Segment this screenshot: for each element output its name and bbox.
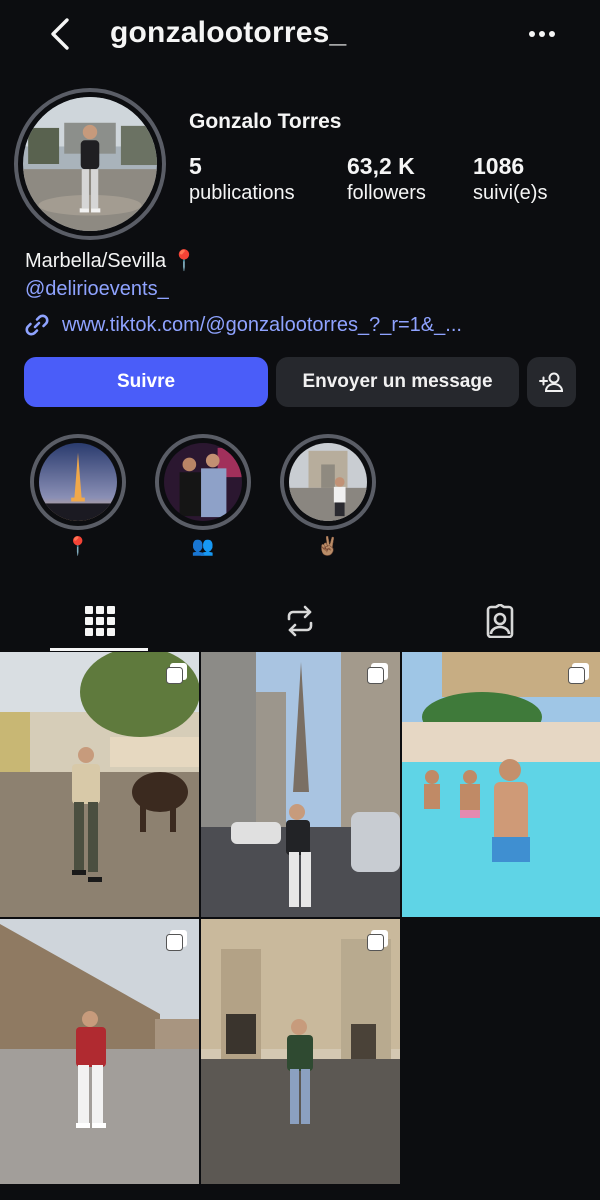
tab-reposts[interactable] [200, 590, 400, 652]
highlight-cover-friends [164, 443, 242, 521]
profile-tabs [0, 590, 600, 652]
website-row[interactable]: www.tiktok.com/@gonzalootorres_?_r=1&_..… [24, 312, 462, 338]
highlight-cover-eiffel [39, 443, 117, 521]
tagged-person-icon [486, 604, 514, 638]
website-link[interactable]: www.tiktok.com/@gonzalootorres_?_r=1&_..… [62, 314, 462, 337]
highlight-item[interactable]: ✌🏽 [280, 434, 376, 557]
profile-display-name: Gonzalo Torres [189, 110, 342, 133]
back-button[interactable] [40, 14, 80, 54]
stat-followers[interactable]: 63,2 K followers [347, 153, 426, 205]
message-button[interactable]: Envoyer un message [276, 357, 519, 407]
stat-value: 63,2 K [347, 153, 415, 179]
stat-label: followers [347, 182, 426, 204]
stat-publications[interactable]: 5 publications [189, 153, 295, 205]
more-options-button[interactable] [520, 18, 564, 50]
stat-label: publications [189, 182, 295, 204]
post-thumbnail[interactable] [201, 919, 400, 1184]
more-horizontal-icon [529, 31, 555, 37]
stat-value: 1086 [473, 153, 525, 179]
grid-icon [85, 606, 115, 636]
post-thumbnail[interactable] [0, 652, 199, 917]
profile-avatar [23, 97, 157, 231]
multiple-photos-icon [367, 930, 388, 951]
highlight-ring [30, 434, 126, 530]
multiple-photos-icon [367, 663, 388, 684]
highlight-ring [280, 434, 376, 530]
tab-tagged[interactable] [400, 590, 600, 652]
top-bar: gonzalootorres_ [0, 0, 600, 70]
tab-posts-grid[interactable] [0, 590, 200, 652]
multiple-photos-icon [166, 663, 187, 684]
highlight-label: ✌🏽 [316, 536, 340, 556]
repost-icon [287, 605, 313, 637]
add-user-icon [538, 372, 563, 392]
highlight-cover-arc [289, 443, 367, 521]
profile-avatar-ring[interactable] [14, 88, 166, 240]
bio-mention-link[interactable]: @delirioevents_ [25, 278, 169, 301]
highlight-label: 👥 [191, 536, 215, 556]
highlight-ring [155, 434, 251, 530]
highlight-label: 📍 [66, 536, 90, 556]
highlight-item[interactable]: 📍 [30, 434, 126, 557]
post-thumbnail[interactable] [402, 652, 600, 917]
post-thumbnail[interactable] [201, 652, 400, 917]
follow-button[interactable]: Suivre [24, 357, 268, 407]
suggested-users-button[interactable] [527, 357, 576, 407]
profile-username: gonzalootorres_ [110, 16, 347, 49]
stat-following[interactable]: 1086 suivi(e)s [473, 153, 547, 205]
stat-label: suivi(e)s [473, 182, 548, 204]
stat-value: 5 [189, 153, 202, 179]
profile-bio: Marbella/Sevilla 📍 [25, 250, 197, 272]
post-thumbnail[interactable] [0, 919, 199, 1184]
multiple-photos-icon [568, 663, 589, 684]
highlight-item[interactable]: 👥 [155, 434, 251, 557]
active-tab-indicator [50, 648, 148, 651]
link-icon [25, 314, 49, 336]
multiple-photos-icon [166, 930, 187, 951]
chevron-left-icon [51, 18, 69, 50]
